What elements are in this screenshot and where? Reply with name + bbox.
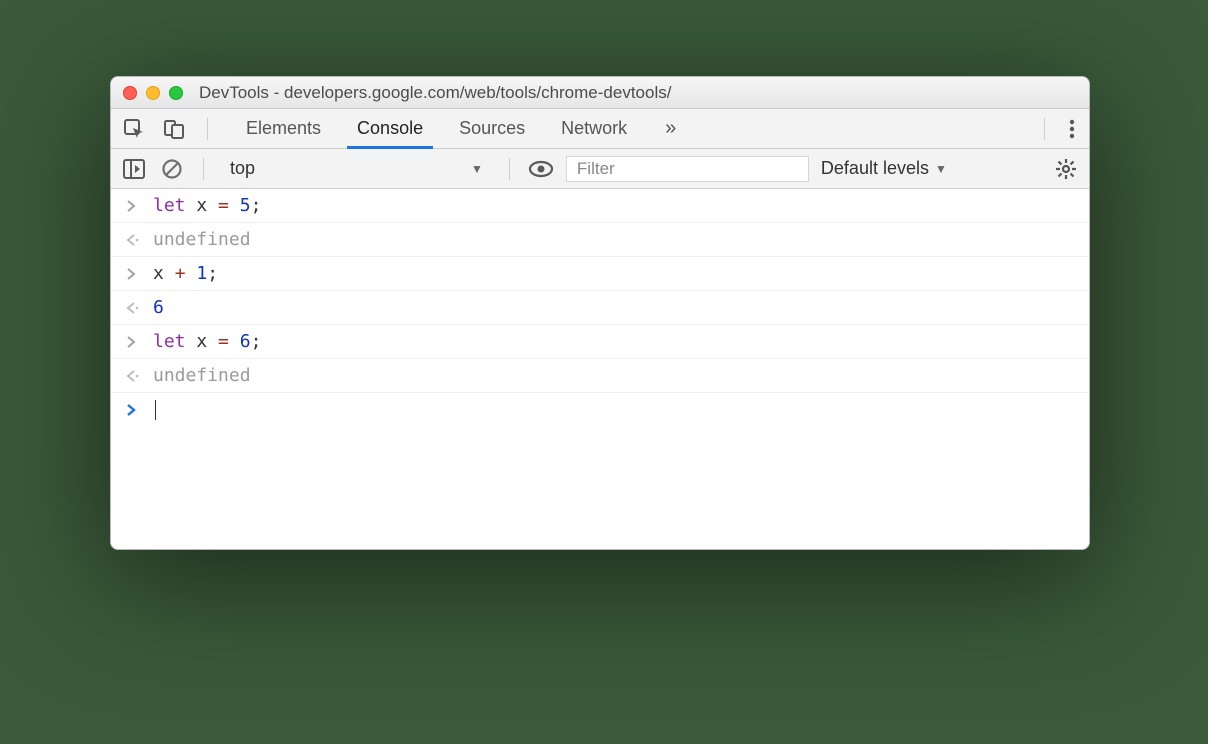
tab-sources[interactable]: Sources bbox=[441, 109, 543, 148]
inspect-element-icon[interactable] bbox=[121, 116, 147, 142]
window-title: DevTools - developers.google.com/web/too… bbox=[199, 83, 671, 103]
execution-context-selector[interactable]: top ▼ bbox=[222, 158, 491, 179]
divider bbox=[1044, 118, 1045, 140]
window-titlebar: DevTools - developers.google.com/web/too… bbox=[111, 77, 1089, 109]
context-label: top bbox=[230, 158, 255, 179]
kebab-menu-icon[interactable] bbox=[1065, 118, 1079, 140]
input-chevron-icon bbox=[125, 335, 139, 349]
console-output[interactable]: let x = 5; undefined x + 1; 6 let x = 6; unde… bbox=[111, 189, 1089, 549]
console-input-row: let x = 6; bbox=[111, 325, 1089, 359]
output-chevron-icon bbox=[125, 301, 139, 315]
console-input-code: let x = 6; bbox=[153, 331, 261, 352]
tab-label: Network bbox=[561, 118, 627, 139]
console-prompt-input[interactable] bbox=[153, 399, 156, 420]
tab-console[interactable]: Console bbox=[339, 109, 441, 148]
input-chevron-icon bbox=[125, 199, 139, 213]
toggle-sidebar-icon[interactable] bbox=[121, 156, 147, 182]
divider bbox=[509, 158, 510, 180]
output-chevron-icon bbox=[125, 369, 139, 383]
input-chevron-icon bbox=[125, 267, 139, 281]
divider bbox=[203, 158, 204, 180]
tab-elements[interactable]: Elements bbox=[228, 109, 339, 148]
minimize-window-button[interactable] bbox=[146, 86, 160, 100]
console-output-row: 6 bbox=[111, 291, 1089, 325]
console-output-row: undefined bbox=[111, 359, 1089, 393]
console-output-value: 6 bbox=[153, 297, 164, 318]
devtools-window: DevTools - developers.google.com/web/too… bbox=[110, 76, 1090, 550]
console-input-code: x + 1; bbox=[153, 263, 218, 284]
console-filter-input[interactable] bbox=[566, 156, 809, 182]
tab-label: Sources bbox=[459, 118, 525, 139]
clear-console-icon[interactable] bbox=[159, 156, 185, 182]
tab-label: Elements bbox=[246, 118, 321, 139]
overflow-glyph: » bbox=[665, 117, 676, 139]
console-output-value: undefined bbox=[153, 229, 251, 250]
console-input-row: x + 1; bbox=[111, 257, 1089, 291]
output-chevron-icon bbox=[125, 233, 139, 247]
divider bbox=[207, 118, 208, 140]
device-toggle-icon[interactable] bbox=[161, 116, 187, 142]
live-expression-icon[interactable] bbox=[528, 156, 554, 182]
console-input-row: let x = 5; bbox=[111, 189, 1089, 223]
close-window-button[interactable] bbox=[123, 86, 137, 100]
more-tabs-button[interactable]: » bbox=[659, 117, 682, 140]
devtools-tabs-bar: Elements Console Sources Network » bbox=[111, 109, 1089, 149]
chevron-down-icon: ▼ bbox=[471, 162, 483, 176]
console-output-row: undefined bbox=[111, 223, 1089, 257]
console-toolbar: top ▼ Default levels ▼ bbox=[111, 149, 1089, 189]
tab-label: Console bbox=[357, 118, 423, 139]
console-prompt-row[interactable] bbox=[111, 393, 1089, 426]
zoom-window-button[interactable] bbox=[169, 86, 183, 100]
log-levels-selector[interactable]: Default levels ▼ bbox=[821, 158, 947, 179]
prompt-chevron-icon bbox=[125, 403, 139, 417]
chevron-down-icon: ▼ bbox=[935, 162, 947, 176]
levels-label: Default levels bbox=[821, 158, 929, 179]
console-settings-icon[interactable] bbox=[1053, 156, 1079, 182]
console-output-value: undefined bbox=[153, 365, 251, 386]
traffic-lights bbox=[123, 86, 183, 100]
console-input-code: let x = 5; bbox=[153, 195, 261, 216]
panel-tabs: Elements Console Sources Network bbox=[228, 109, 645, 148]
tab-network[interactable]: Network bbox=[543, 109, 645, 148]
